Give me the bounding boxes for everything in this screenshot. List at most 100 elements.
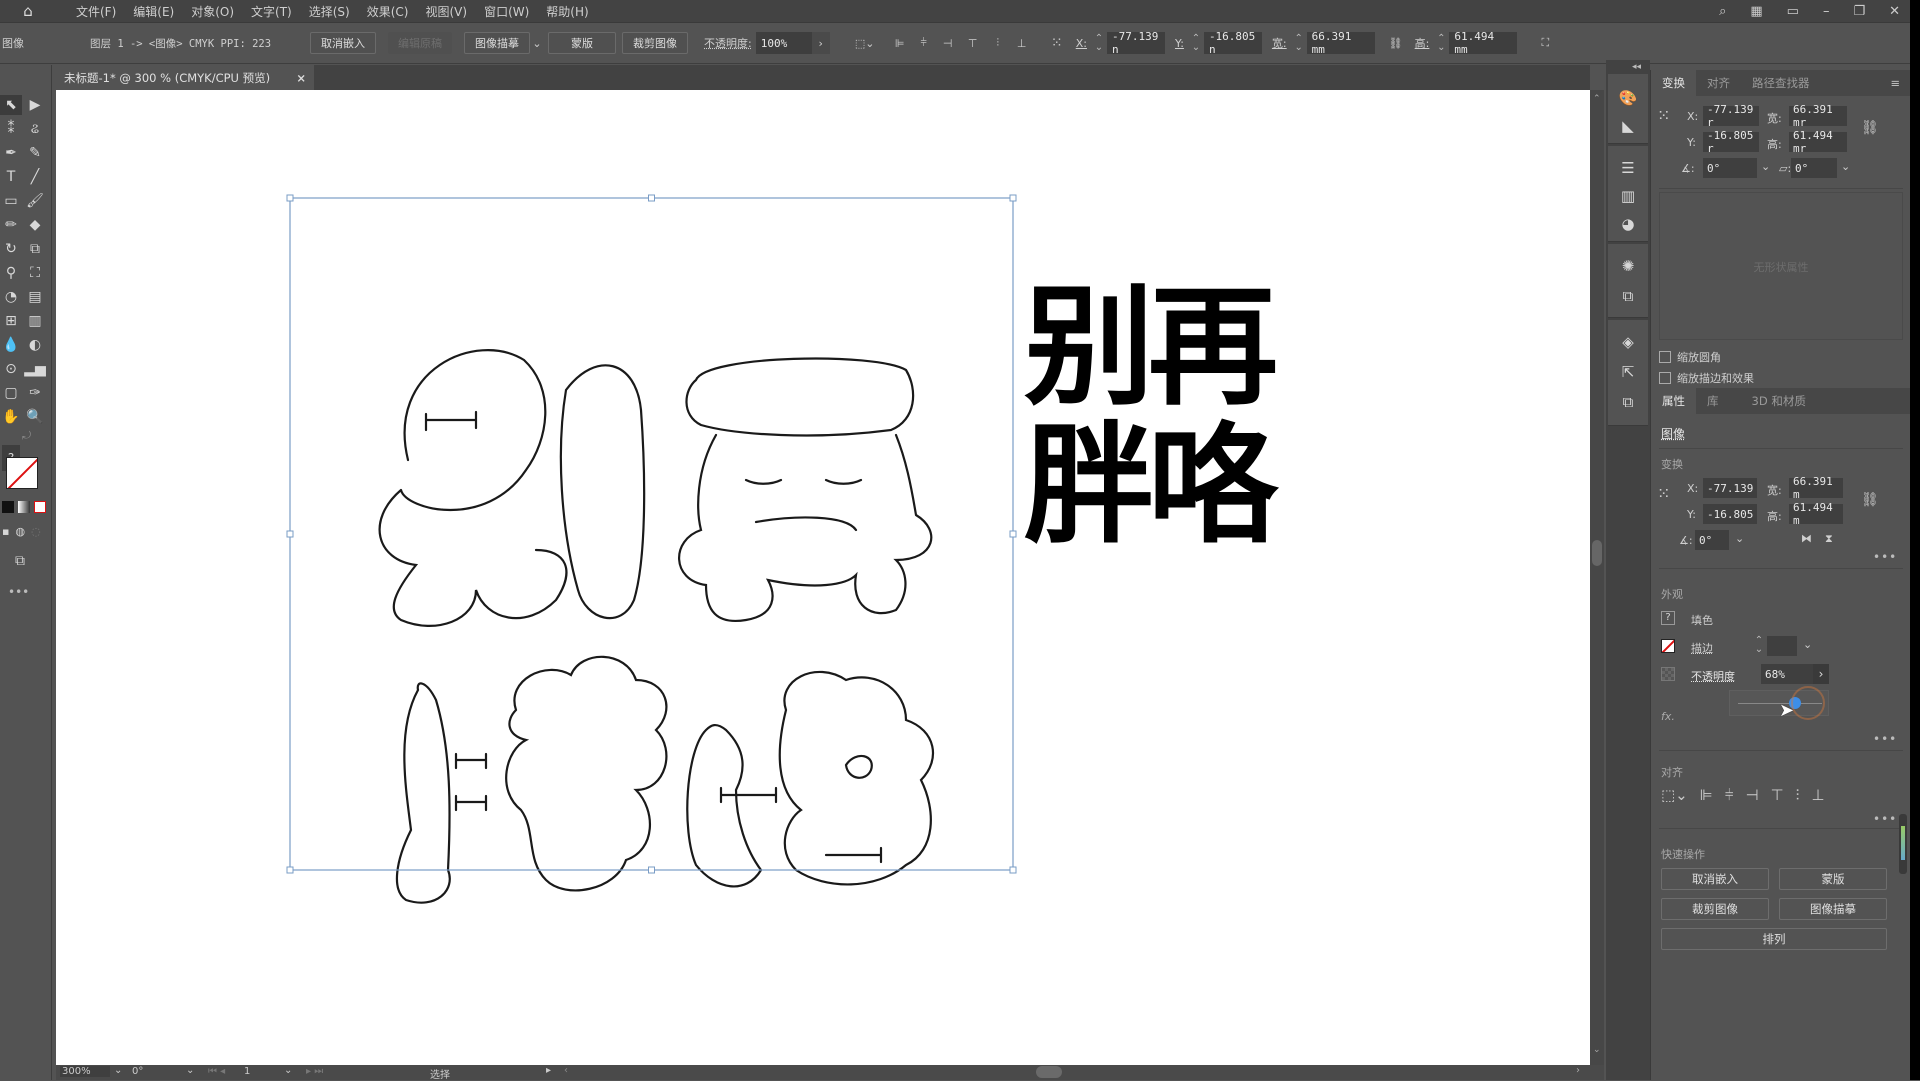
menu-type[interactable]: 文字(T) — [251, 3, 292, 20]
zoom-level-field[interactable]: 300% — [60, 1066, 110, 1077]
unembed-button[interactable]: 取消嵌入 — [310, 32, 376, 54]
height-input[interactable]: 61.494 mr — [1789, 129, 1847, 155]
lasso-tool-icon[interactable]: ଌ — [24, 119, 46, 139]
panel-menu-icon[interactable]: ≡ — [1890, 70, 1910, 96]
menu-effect[interactable]: 效果(C) — [367, 3, 409, 20]
shear-input[interactable]: 0° — [1791, 158, 1837, 178]
first-artboard-icon[interactable]: ⏮ ◂ — [208, 1066, 225, 1077]
menu-view[interactable]: 视图(V) — [425, 3, 467, 20]
rectangle-tool-icon[interactable]: ▭ — [0, 191, 22, 211]
type-tool-icon[interactable]: T — [0, 167, 22, 187]
symbol-sprayer-tool-icon[interactable]: ⊙ — [0, 359, 22, 379]
x-spinner[interactable]: ⌃ ⌄ — [1093, 34, 1105, 53]
image-trace-button[interactable]: 图像描摹 — [1779, 898, 1887, 920]
align-bottom-icon[interactable]: ⊥ — [1811, 786, 1824, 804]
x-input[interactable]: -77.139 — [1703, 478, 1757, 498]
scale-corners-checkbox[interactable] — [1659, 351, 1671, 363]
document-tab[interactable]: 未标题-1* @ 300 % (CMYK/CPU 预览) × — [56, 65, 314, 90]
arrange-button[interactable]: 排列 — [1661, 928, 1887, 950]
mask-button[interactable]: 蒙版 — [1779, 868, 1887, 890]
tab-libraries[interactable]: 库 — [1696, 388, 1730, 414]
reference-text-line2[interactable]: 胖咯 — [1024, 420, 1278, 550]
opacity-expand-button[interactable]: › — [811, 32, 830, 54]
opacity-label[interactable]: 不透明度: — [704, 35, 752, 51]
more-options-icon[interactable]: ••• — [1873, 812, 1897, 826]
rotate-dropdown-icon[interactable]: ⌄ — [1761, 160, 1770, 173]
chevron-down-icon[interactable]: ⌄ — [530, 37, 544, 50]
slice-tool-icon[interactable]: ✑ — [24, 383, 46, 403]
gradient-mode-icon[interactable] — [18, 501, 30, 513]
artboards-panel-icon[interactable]: ⧉ — [1618, 392, 1638, 412]
stroke-label[interactable]: 描边 — [1691, 640, 1713, 656]
artboard-canvas[interactable]: 别再 胖咯 — [56, 90, 1590, 1065]
reference-point-icon[interactable]: ⁙ — [1657, 106, 1670, 125]
rotation-dropdown-icon[interactable]: ⌄ — [186, 1065, 194, 1076]
stroke-weight-spinner[interactable]: ⌃ ⌄ — [1753, 636, 1765, 655]
width-input[interactable]: 66.391 mr — [1789, 103, 1847, 129]
eraser-tool-icon[interactable]: ◆ — [24, 215, 46, 235]
y-input[interactable]: -16.805 n — [1203, 30, 1262, 56]
align-right-icon[interactable]: ⊣ — [1745, 786, 1758, 804]
height-input[interactable]: 61.494 m — [1789, 501, 1843, 527]
align-vcenter-icon[interactable]: ⫶ — [986, 36, 1010, 50]
panel-layout-icon[interactable]: ▭ — [1787, 4, 1799, 19]
hscroll-thumb[interactable] — [1036, 1066, 1062, 1078]
opacity-expand-button[interactable]: › — [1813, 664, 1829, 684]
selection-tool-icon[interactable]: ⬉ — [0, 95, 22, 115]
menu-file[interactable]: 文件(F) — [76, 3, 116, 20]
magic-wand-tool-icon[interactable]: ⁑ — [0, 119, 22, 139]
tab-pathfinder[interactable]: 路径查找器 — [1741, 70, 1821, 96]
scale-tool-icon[interactable]: ⧉ — [24, 239, 46, 259]
scale-strokes-checkbox[interactable] — [1659, 372, 1671, 384]
rotate-angle-input[interactable]: 0° — [1695, 530, 1729, 550]
rotation-field[interactable]: 0° — [132, 1066, 143, 1077]
crop-image-button[interactable]: 裁剪图像 — [1661, 898, 1769, 920]
transform-icon[interactable]: ⛶ — [1535, 36, 1555, 50]
menu-edit[interactable]: 编辑(E) — [133, 3, 174, 20]
artboard-tool-icon[interactable]: ▢ — [0, 383, 22, 403]
constrain-proportions-icon[interactable]: ⛓ — [1861, 492, 1879, 508]
stroke-panel-icon[interactable]: ☰ — [1618, 158, 1638, 178]
x-input[interactable]: -77.139 r — [1703, 103, 1759, 129]
layers-panel-icon[interactable]: ◈ — [1618, 332, 1638, 352]
search-icon[interactable]: ⌕ — [1719, 4, 1726, 19]
x-input[interactable]: -77.139 n — [1106, 30, 1165, 56]
transparency-panel-icon[interactable]: ◕ — [1618, 214, 1638, 234]
scroll-down-icon[interactable]: ⌄ — [1593, 1045, 1601, 1055]
flip-vertical-icon[interactable]: ⧗ — [1825, 532, 1833, 546]
panel-scroll-thumb[interactable] — [1901, 826, 1905, 860]
opacity-input[interactable]: 100% — [755, 32, 812, 54]
color-guide-icon[interactable]: ◣ — [1618, 116, 1638, 136]
selection-bounding-box[interactable] — [286, 194, 1017, 874]
close-tab-icon[interactable]: × — [296, 71, 306, 85]
home-button[interactable]: ⌂ — [8, 0, 48, 22]
tab-align[interactable]: 对齐 — [1696, 70, 1741, 96]
height-input[interactable]: 61.494 mm — [1449, 30, 1518, 56]
status-menu-icon[interactable]: ▸ — [546, 1065, 551, 1076]
eyedropper-tool-icon[interactable]: 💧 — [0, 335, 22, 355]
menu-object[interactable]: 对象(O) — [191, 3, 234, 20]
free-transform-tool-icon[interactable]: ⛶ — [24, 263, 46, 283]
align-right-icon[interactable]: ⊣ — [936, 37, 960, 50]
width-input[interactable]: 66.391 m — [1789, 475, 1843, 501]
scroll-thumb[interactable] — [1592, 540, 1602, 566]
shear-dropdown-icon[interactable]: ⌄ — [1841, 160, 1850, 173]
stroke-weight-dropdown-icon[interactable]: ⌄ — [1803, 638, 1812, 651]
hand-tool-icon[interactable]: ✋ — [0, 407, 22, 427]
align-vcenter-icon[interactable]: ⫶ — [1796, 786, 1800, 804]
curvature-tool-icon[interactable]: ✎ — [24, 143, 46, 163]
artboard-dropdown-icon[interactable]: ⌄ — [284, 1065, 292, 1076]
flip-horizontal-icon[interactable]: ⧓ — [1801, 532, 1812, 545]
align-to-icon[interactable]: ⬚⌄ — [852, 37, 878, 50]
align-bottom-icon[interactable]: ⊥ — [1010, 37, 1034, 50]
stroke-swatch[interactable] — [6, 457, 38, 489]
gradient-tool-icon[interactable]: ▥ — [24, 311, 46, 331]
export-icon[interactable]: ⇱ — [1618, 362, 1638, 382]
rotate-tool-icon[interactable]: ↻ — [0, 239, 22, 259]
reference-point-icon[interactable]: ⁙ — [1046, 35, 1068, 51]
y-input[interactable]: -16.805 — [1703, 504, 1757, 524]
image-trace-button[interactable]: 图像描摹 — [464, 32, 530, 54]
draw-behind-icon[interactable]: ◍ — [15, 525, 25, 538]
more-tools-icon[interactable]: ••• — [8, 585, 29, 599]
color-palette-icon[interactable]: 🎨 — [1618, 88, 1638, 108]
